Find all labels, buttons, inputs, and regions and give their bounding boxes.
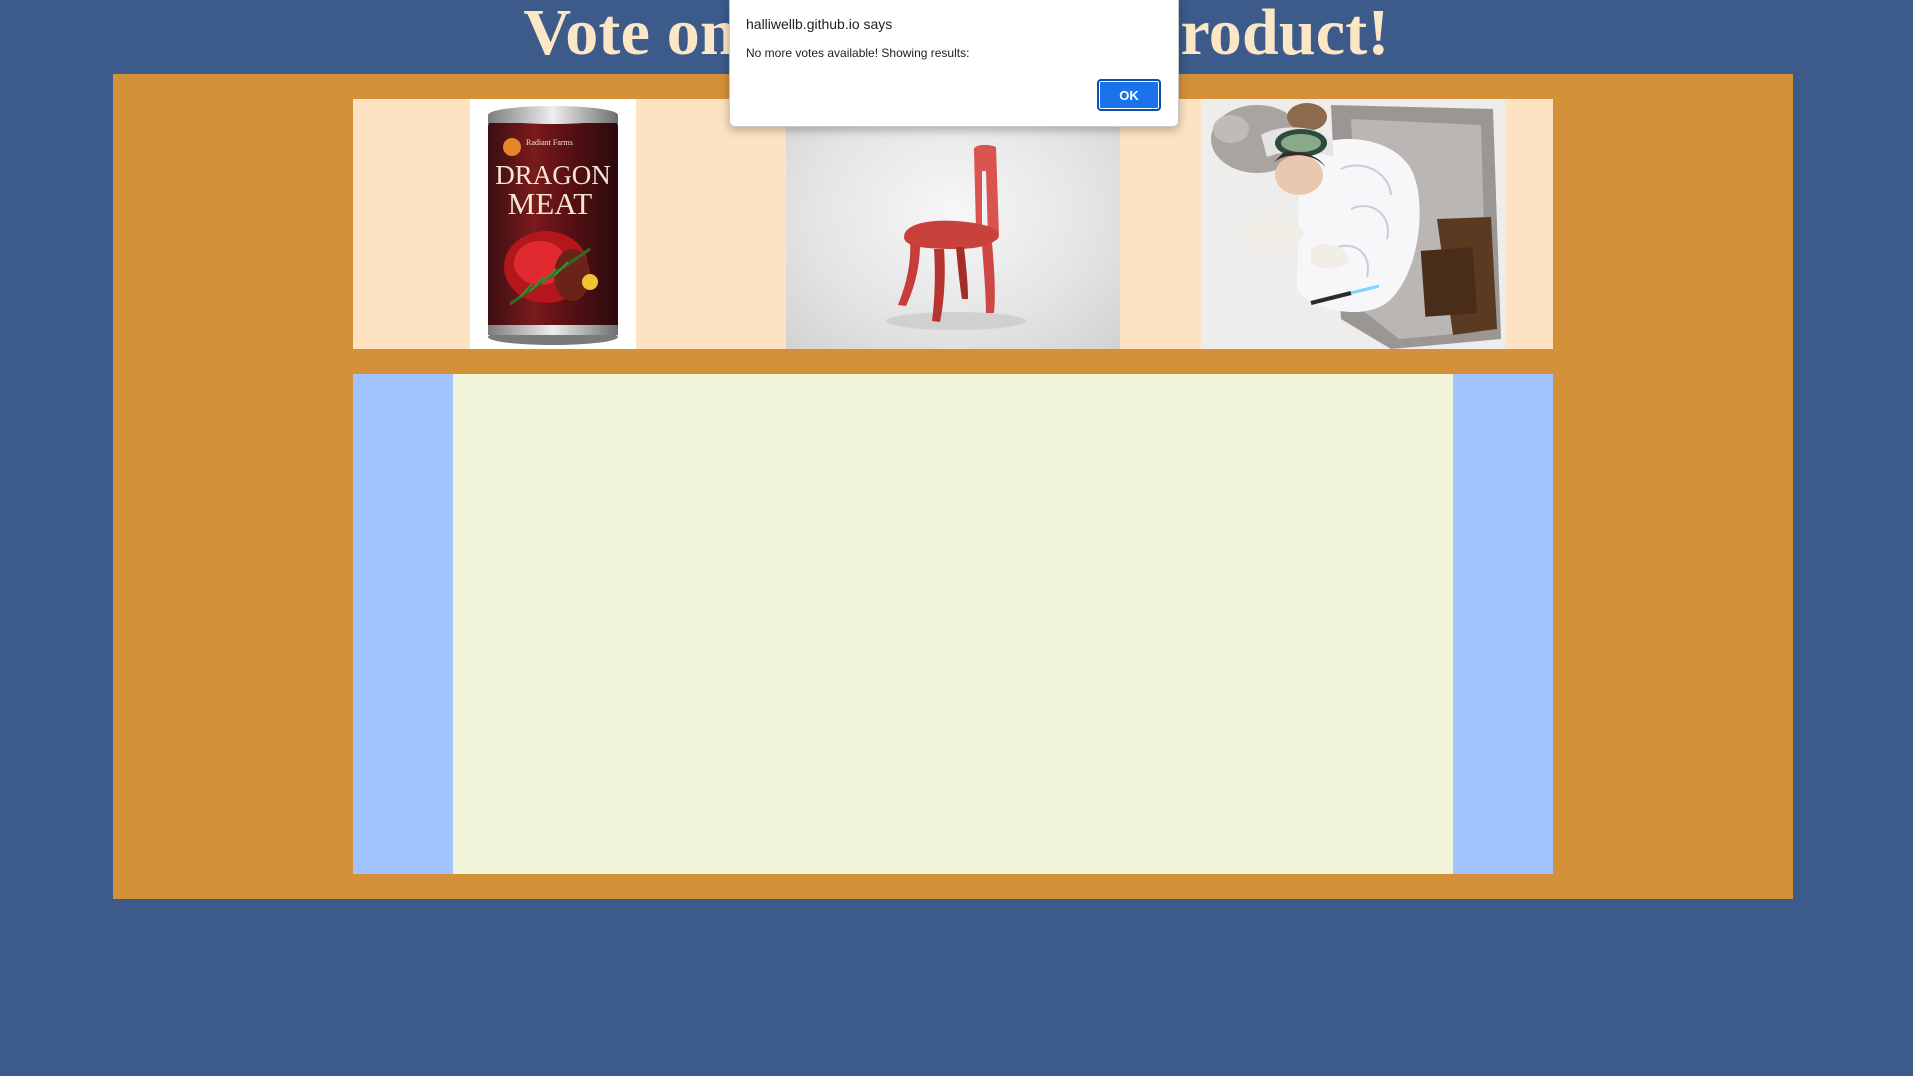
voting-panel: Radiant Farms DRAGON MEAT [113,74,1793,899]
product-image-dragon-meat-can[interactable]: Radiant Farms DRAGON MEAT [470,99,636,349]
dragon-meat-can-graphic: Radiant Farms DRAGON MEAT [488,106,618,345]
alert-dialog: halliwellb.github.io says No more votes … [729,0,1179,127]
alert-origin-text: halliwellb.github.io says [746,16,893,32]
alert-message-text: No more votes available! Showing results… [746,46,970,60]
product-image-tauntaun-sleeping-bag[interactable] [1201,99,1505,349]
can-brand-text: Radiant Farms [526,138,573,147]
red-chair-graphic [886,144,1026,330]
brand-logo-icon [503,138,521,156]
results-chart-area [353,374,1553,874]
product-images-strip: Radiant Farms DRAGON MEAT [353,99,1553,349]
results-chart-canvas [453,374,1453,874]
sleeping-bag-graphic [1201,99,1505,349]
product-image-red-chair[interactable] [786,99,1120,349]
alert-ok-button[interactable]: OK [1097,79,1161,111]
can-title-line-2: MEAT [508,186,592,221]
